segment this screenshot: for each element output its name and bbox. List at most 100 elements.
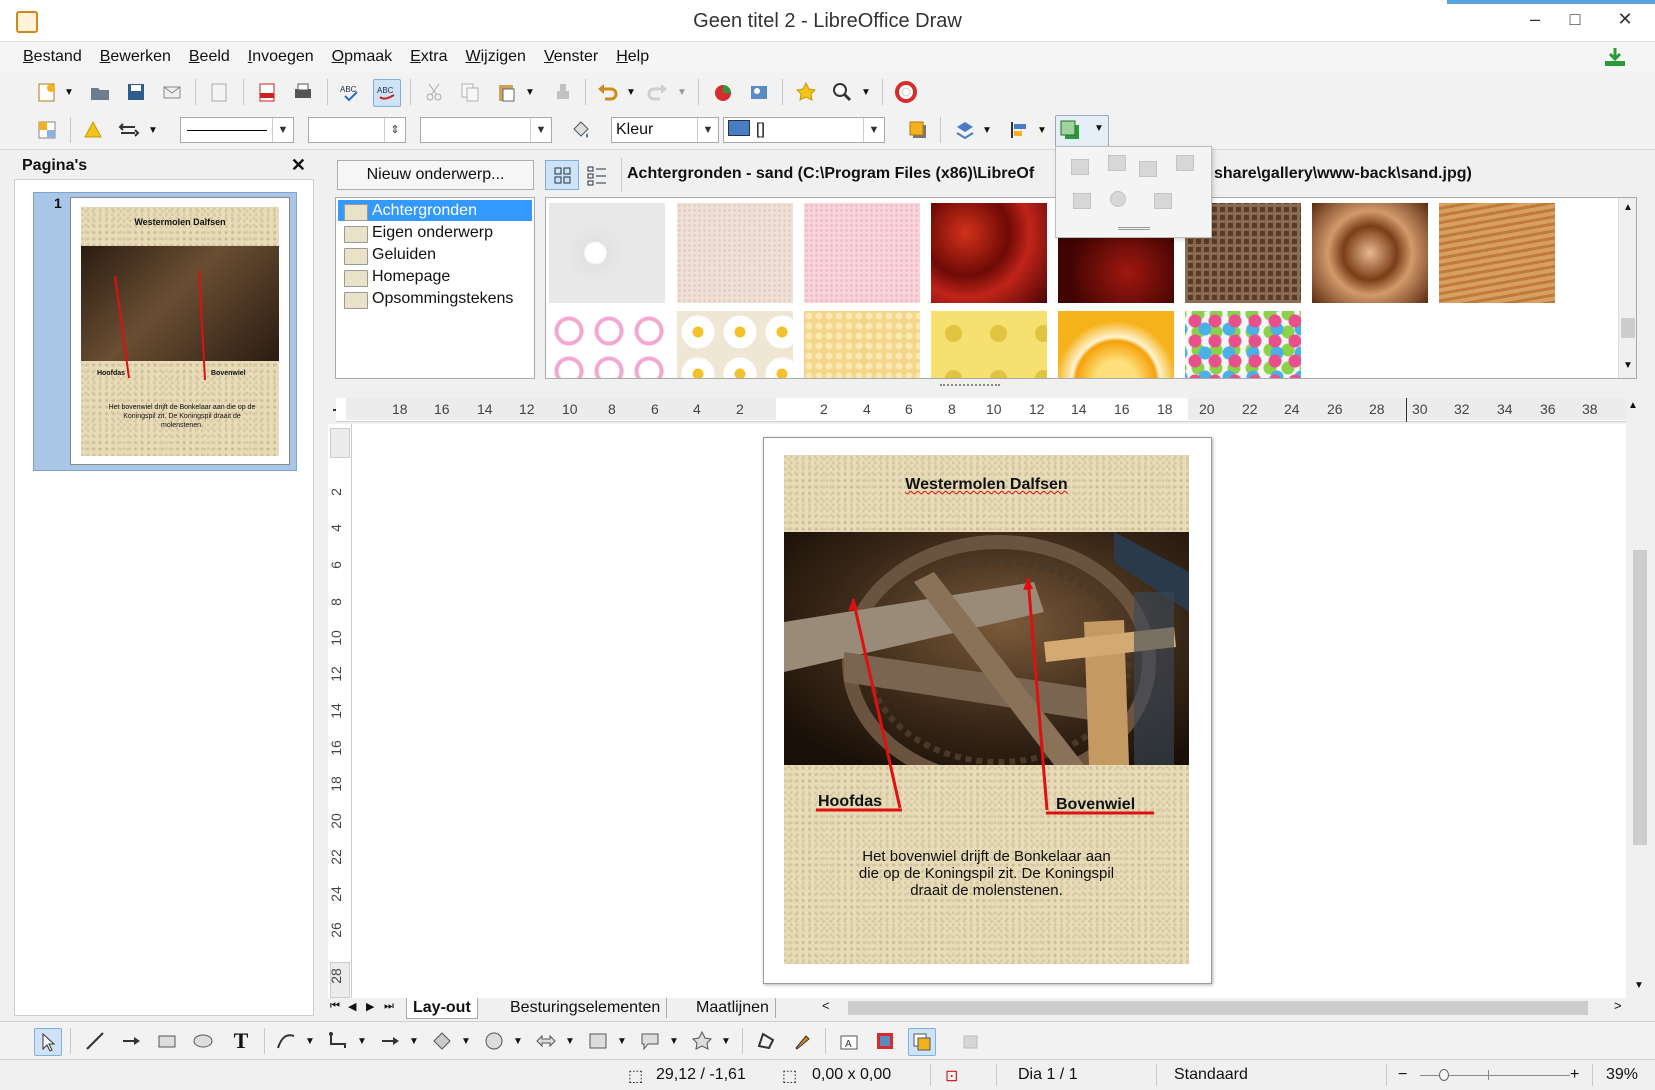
glue-tool-icon[interactable] — [789, 1028, 815, 1054]
menu-bewerken[interactable]: Bewerken — [91, 42, 180, 72]
bring-forward-icon[interactable] — [1108, 155, 1126, 171]
symbol-shapes-dropdown-icon[interactable]: ▼ — [511, 1028, 525, 1054]
theme-opsommingstekens[interactable]: Opsommingstekens — [338, 288, 532, 309]
scroll-thumb[interactable] — [1633, 550, 1647, 845]
basic-shapes-dropdown-icon[interactable]: ▼ — [459, 1028, 473, 1054]
edit-file-icon[interactable] — [206, 79, 232, 105]
extrusion-icon[interactable] — [958, 1028, 984, 1054]
fontwork-icon[interactable]: A — [836, 1028, 862, 1054]
flowchart-icon[interactable] — [585, 1028, 611, 1054]
basic-shapes-icon[interactable] — [429, 1028, 455, 1054]
gallery-scrollbar[interactable]: ▲ ▼ — [1618, 198, 1636, 378]
connector-tool-icon[interactable] — [325, 1028, 351, 1054]
zoom-out-icon[interactable]: − — [1398, 1066, 1407, 1084]
fill-color-select[interactable]: [] ▼ — [723, 117, 885, 143]
paste-icon[interactable] — [493, 79, 519, 105]
transformations-icon[interactable] — [952, 117, 978, 143]
line-arrow-tool-icon[interactable] — [118, 1028, 144, 1054]
paste-dropdown-icon[interactable]: ▼ — [523, 79, 537, 105]
gallery-thumb-pink[interactable] — [804, 203, 920, 303]
print-icon[interactable] — [290, 79, 316, 105]
scroll-right-icon[interactable]: > — [1614, 998, 1622, 1013]
prev-tab-icon[interactable]: ◀ — [348, 1000, 356, 1013]
update-download-icon[interactable] — [1603, 46, 1627, 68]
detail-view-button[interactable] — [583, 160, 613, 190]
last-tab-icon[interactable]: ⏭ — [384, 1000, 394, 1013]
open-icon[interactable] — [87, 79, 113, 105]
next-tab-icon[interactable]: ▶ — [366, 1000, 374, 1013]
arrow-style-dropdown-icon[interactable]: ▼ — [146, 117, 160, 143]
in-front-of-object-icon[interactable] — [1073, 193, 1091, 209]
horizontal-scroll-thumb[interactable] — [848, 1001, 1588, 1015]
vertical-ruler[interactable]: 2 4 6 8 10 12 14 16 18 20 22 24 26 28 — [328, 424, 352, 1000]
theme-achtergronden[interactable]: Achtergronden — [338, 200, 532, 221]
block-arrows-dropdown-icon[interactable]: ▼ — [563, 1028, 577, 1054]
new-theme-button[interactable]: Nieuw onderwerp... — [337, 160, 534, 190]
fill-bucket-icon[interactable] — [567, 117, 593, 143]
gallery-thumb-cheese[interactable] — [931, 311, 1047, 378]
bring-to-front-icon[interactable] — [1071, 159, 1089, 175]
line-style-select[interactable]: ▼ — [180, 117, 294, 143]
redo-dropdown-icon[interactable]: ▼ — [675, 79, 689, 105]
glue-points-icon[interactable] — [793, 79, 819, 105]
save-icon[interactable] — [123, 79, 149, 105]
reverse-icon[interactable] — [1154, 193, 1172, 209]
line-width-spinner[interactable]: ⇕ — [308, 117, 406, 143]
curve-dropdown-icon[interactable]: ▼ — [303, 1028, 317, 1054]
ellipse-tool-icon[interactable] — [190, 1028, 216, 1054]
align-icon[interactable] — [1006, 117, 1032, 143]
gallery-thumb-rings[interactable] — [549, 311, 665, 378]
close-button[interactable]: ✕ — [1605, 4, 1645, 34]
line-warning-icon[interactable] — [80, 117, 106, 143]
flowchart-dropdown-icon[interactable]: ▼ — [615, 1028, 629, 1054]
theme-geluiden[interactable]: Geluiden — [338, 244, 532, 265]
menu-opmaak[interactable]: Opmaak — [323, 42, 401, 72]
curve-tool-icon[interactable] — [273, 1028, 299, 1054]
cut-icon[interactable] — [421, 79, 447, 105]
tab-lay-out[interactable]: Lay-out — [406, 998, 478, 1019]
tab-maatlijnen[interactable]: Maatlijnen — [690, 998, 776, 1018]
align-dropdown-icon[interactable]: ▼ — [1035, 117, 1049, 143]
theme-eigen-onderwerp[interactable]: Eigen onderwerp — [338, 222, 532, 243]
annotation-arrows[interactable] — [784, 455, 1189, 964]
gallery-thumb-linen[interactable] — [677, 203, 793, 303]
text-tool-icon[interactable]: T — [228, 1028, 254, 1054]
spellcheck-icon[interactable]: ABC — [337, 79, 363, 105]
arrange-button[interactable]: ▼ — [1055, 115, 1109, 147]
zoom-slider-handle[interactable] — [1439, 1069, 1449, 1081]
first-tab-icon[interactable]: ⏮ — [330, 1000, 340, 1013]
lines-arrows-tool-icon[interactable] — [377, 1028, 403, 1054]
scroll-up-icon[interactable]: ▲ — [1628, 400, 1638, 411]
popup-grip-icon[interactable] — [1118, 227, 1150, 230]
callouts-icon[interactable] — [637, 1028, 663, 1054]
zoom-dropdown-icon[interactable]: ▼ — [859, 79, 873, 105]
scroll-left-icon[interactable]: < — [822, 998, 830, 1013]
symbol-shapes-icon[interactable] — [481, 1028, 507, 1054]
scroll-down-icon[interactable]: ▼ — [1634, 980, 1644, 991]
chart-icon[interactable] — [710, 79, 736, 105]
new-dropdown-icon[interactable]: ▼ — [62, 79, 76, 105]
block-arrows-icon[interactable] — [533, 1028, 559, 1054]
copy-icon[interactable] — [457, 79, 483, 105]
document-modified-icon[interactable]: ⊡ — [945, 1066, 958, 1086]
connector-dropdown-icon[interactable]: ▼ — [355, 1028, 369, 1054]
clone-formatting-icon[interactable] — [550, 79, 576, 105]
icon-view-button[interactable] — [545, 160, 579, 190]
theme-homepage[interactable]: Homepage — [338, 266, 532, 287]
scroll-up-icon[interactable]: ▲ — [1623, 202, 1633, 213]
slide-thumbnail[interactable]: Westermolen Dalfsen Hoofdas Bovenwiel He… — [70, 197, 290, 465]
gallery-thumb-daisies[interactable] — [677, 311, 793, 378]
maximize-button[interactable]: □ — [1555, 4, 1595, 34]
stars-dropdown-icon[interactable]: ▼ — [719, 1028, 733, 1054]
rectangle-tool-icon[interactable] — [154, 1028, 180, 1054]
shadow-icon[interactable] — [905, 117, 931, 143]
scroll-down-icon[interactable]: ▼ — [1623, 360, 1633, 371]
pages-pane-close-icon[interactable]: ✕ — [291, 155, 306, 176]
horizontal-ruler[interactable]: 18 16 14 12 10 8 6 4 2 2 4 6 8 10 12 14 … — [336, 398, 1626, 422]
gallery-thumb-confetti[interactable] — [1185, 311, 1301, 378]
auto-spellcheck-icon[interactable]: ABC — [373, 79, 401, 107]
email-icon[interactable] — [159, 79, 185, 105]
arrow-style-icon[interactable] — [116, 117, 142, 143]
callouts-dropdown-icon[interactable]: ▼ — [667, 1028, 681, 1054]
image-map-icon[interactable] — [746, 79, 772, 105]
